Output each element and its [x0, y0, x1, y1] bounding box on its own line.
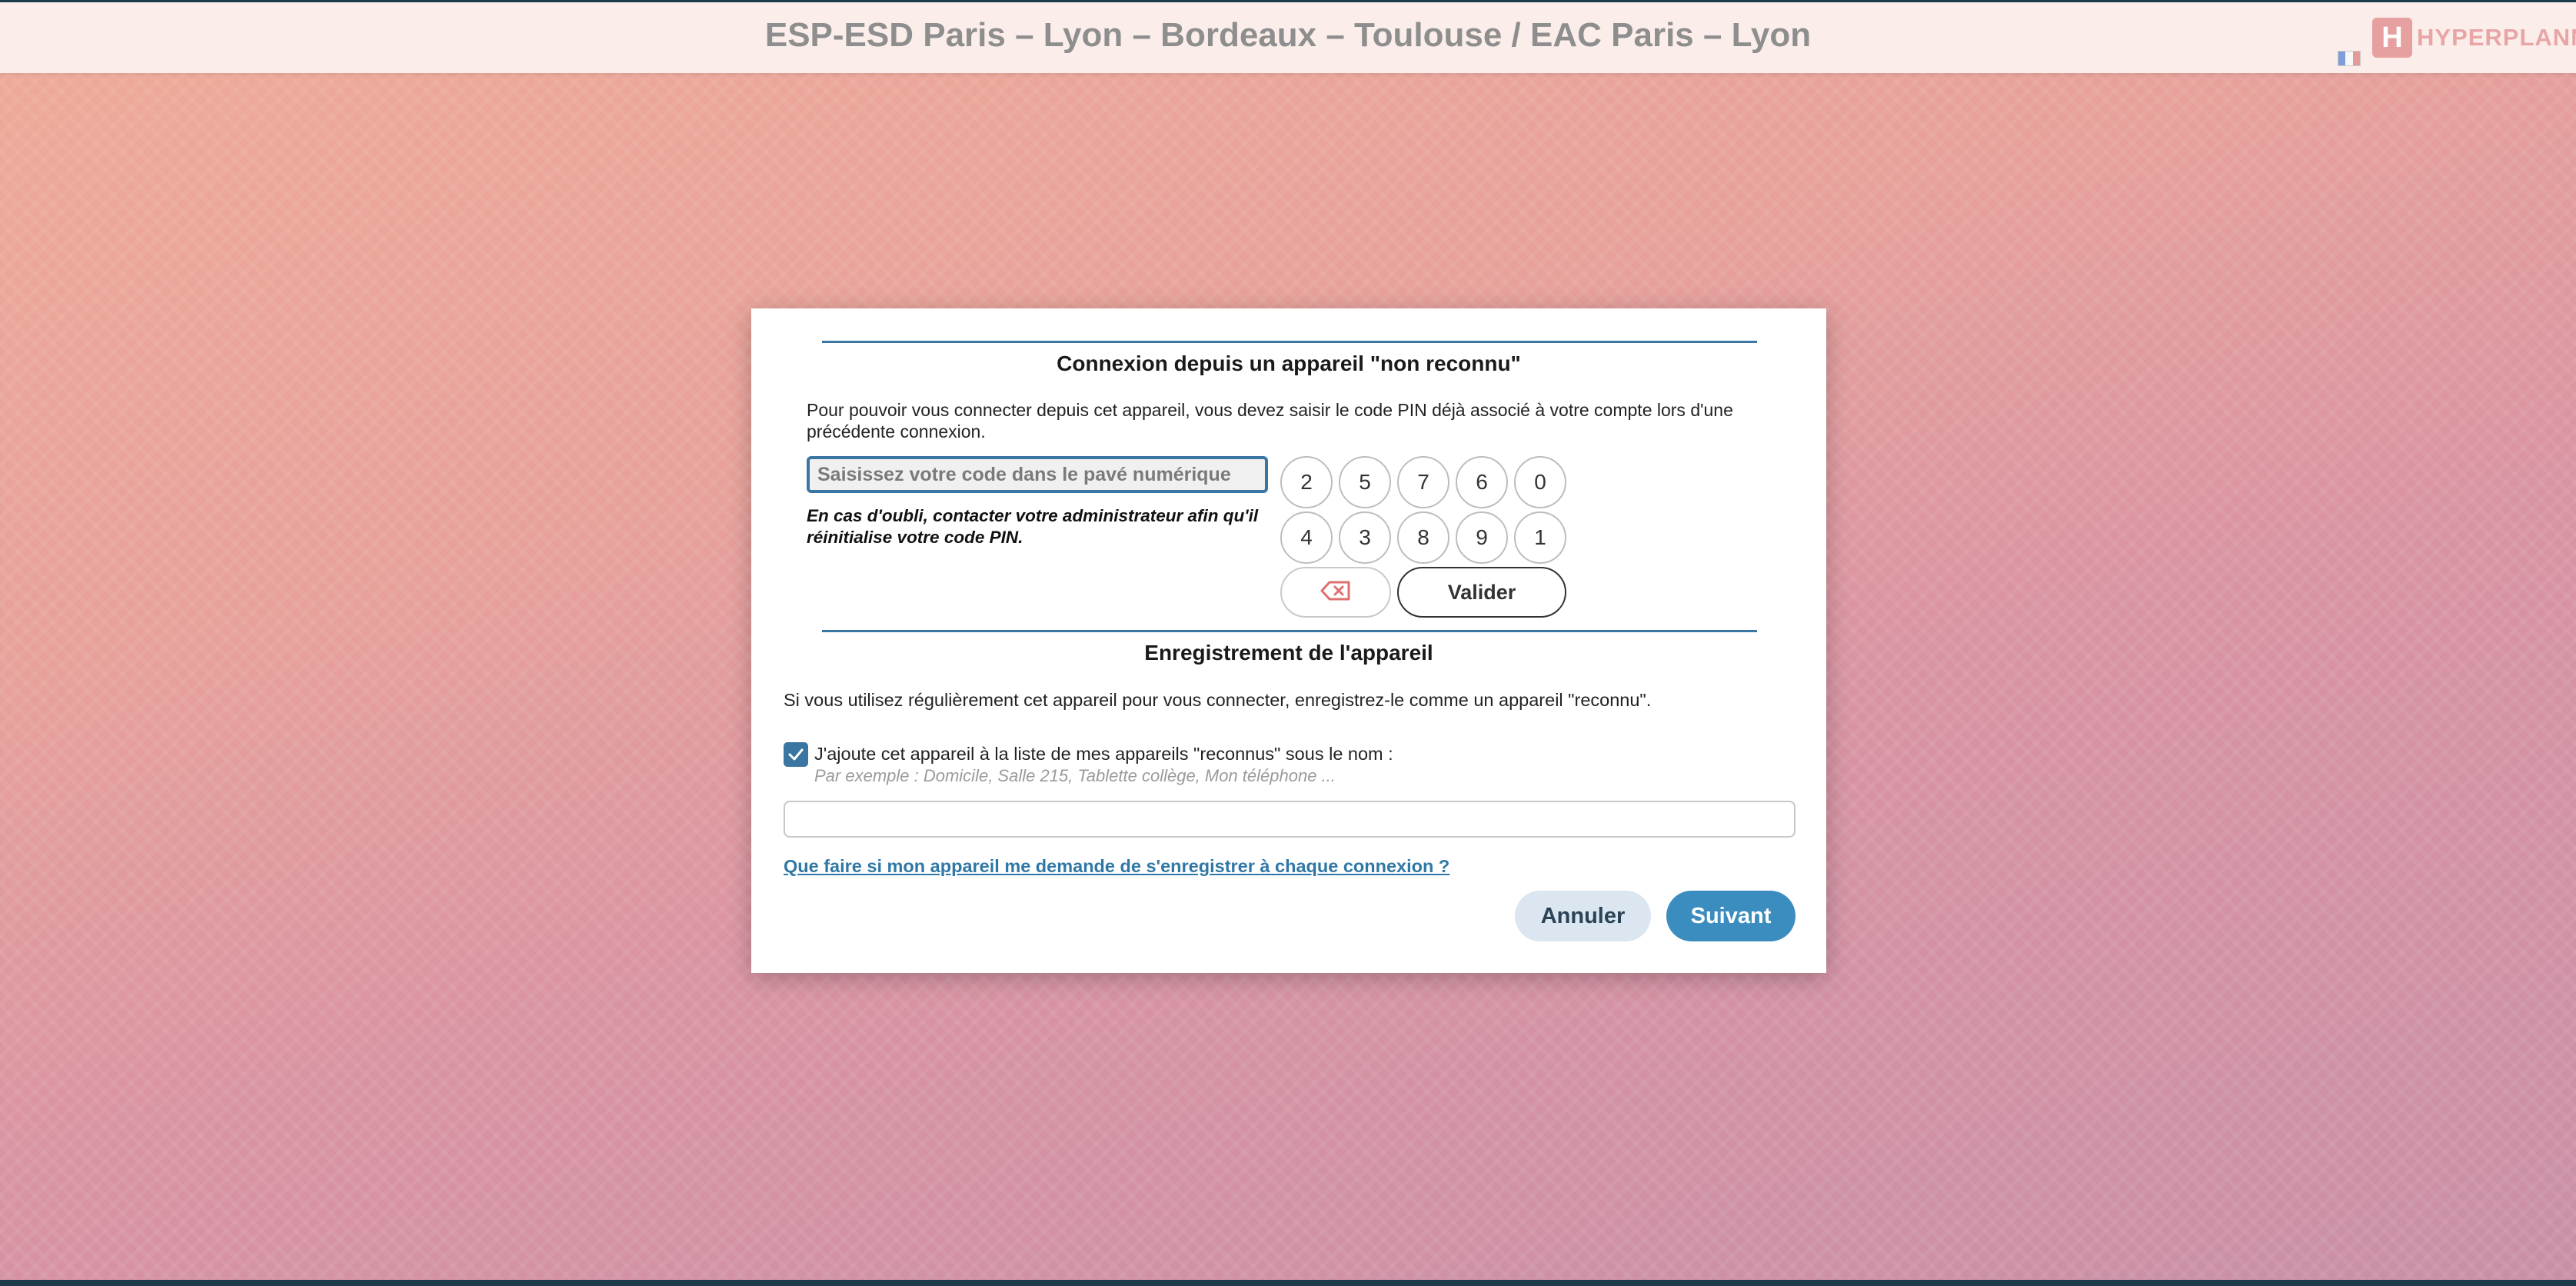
- unrecognized-device-dialog: Connexion depuis un appareil "non reconn…: [751, 308, 1826, 973]
- keypad-key[interactable]: 9: [1456, 511, 1508, 564]
- cancel-button[interactable]: Annuler: [1515, 891, 1651, 941]
- keypad-key[interactable]: 4: [1280, 511, 1333, 564]
- next-button[interactable]: Suivant: [1666, 891, 1796, 941]
- logo-letter: H: [2372, 18, 2412, 58]
- device-name-hint: Par exemple : Domicile, Salle 215, Table…: [814, 766, 1336, 785]
- keypad-key[interactable]: 0: [1514, 456, 1566, 508]
- section-divider: [822, 341, 1757, 343]
- keypad-key[interactable]: 2: [1280, 456, 1333, 508]
- register-checkbox-label: J'ajoute cet appareil à la liste de mes …: [814, 744, 1393, 764]
- french-flag-icon[interactable]: [2338, 51, 2361, 66]
- pin-intro-text: Pour pouvoir vous connecter depuis cet a…: [807, 400, 1733, 441]
- register-description: Si vous utilisez régulièrement cet appar…: [784, 690, 1652, 710]
- hyperplanning-logo: H HYPERPLANNING: [2372, 18, 2576, 58]
- register-device-checkbox[interactable]: [784, 742, 808, 767]
- forgot-pin-note: En cas d'oubli, contacter votre administ…: [807, 506, 1259, 547]
- section-divider: [822, 630, 1757, 632]
- keypad-key[interactable]: 7: [1397, 456, 1449, 508]
- keypad-key[interactable]: 5: [1339, 456, 1391, 508]
- erase-button[interactable]: [1280, 567, 1391, 618]
- pin-code-input[interactable]: [807, 456, 1268, 493]
- validate-button[interactable]: Valider: [1397, 567, 1566, 618]
- keypad-key[interactable]: 8: [1397, 511, 1449, 564]
- window-frame-bottom: [0, 1280, 2576, 1286]
- keypad-key[interactable]: 6: [1456, 456, 1508, 508]
- site-title: ESP-ESD Paris – Lyon – Bordeaux – Toulou…: [764, 16, 1812, 54]
- keypad-key[interactable]: 1: [1514, 511, 1566, 564]
- register-section-title: Enregistrement de l'appareil: [1144, 641, 1433, 665]
- backspace-icon: [1320, 581, 1351, 605]
- logo-text: HYPERPLANNING: [2417, 24, 2576, 51]
- checkmark-icon: [788, 748, 804, 761]
- top-header: ESP-ESD Paris – Lyon – Bordeaux – Toulou…: [0, 2, 2576, 73]
- keypad-key[interactable]: 3: [1339, 511, 1391, 564]
- device-name-input[interactable]: [784, 801, 1796, 838]
- pin-section-title: Connexion depuis un appareil "non reconn…: [1057, 351, 1521, 375]
- register-help-link[interactable]: Que faire si mon appareil me demande de …: [784, 856, 1449, 877]
